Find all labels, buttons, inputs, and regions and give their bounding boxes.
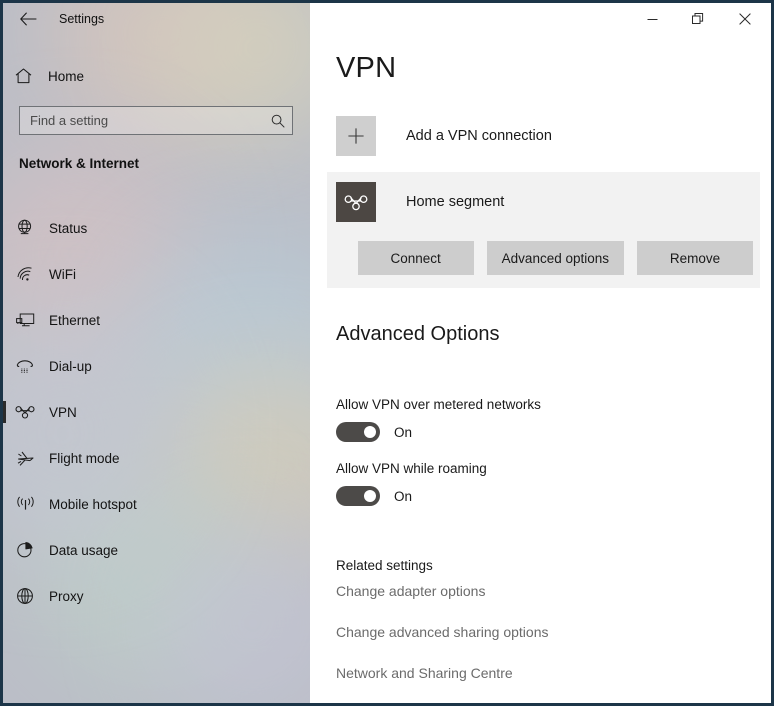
search-box[interactable] bbox=[19, 106, 293, 135]
selection-indicator bbox=[3, 401, 6, 423]
minimize-button[interactable] bbox=[629, 3, 675, 35]
search-icon[interactable] bbox=[264, 114, 292, 128]
option-label: Allow VPN over metered networks bbox=[336, 397, 541, 412]
option-label: Allow VPN while roaming bbox=[336, 461, 487, 476]
hotspot-icon bbox=[3, 496, 47, 512]
sidebar-item-label: Dial-up bbox=[49, 358, 92, 374]
toggle-knob bbox=[364, 426, 376, 438]
plus-icon bbox=[336, 116, 376, 156]
home-icon bbox=[3, 68, 43, 84]
globe-status-icon bbox=[3, 219, 47, 237]
app-title: Settings bbox=[59, 12, 105, 26]
sidebar-item-label: Status bbox=[49, 220, 88, 236]
sidebar-item-home[interactable]: Home bbox=[3, 60, 310, 92]
link-change-adapter-options[interactable]: Change adapter options bbox=[336, 583, 756, 599]
vpn-connection-row: Home segment bbox=[336, 182, 504, 222]
restore-button[interactable] bbox=[675, 3, 721, 35]
airplane-icon bbox=[3, 450, 47, 467]
dialup-phone-icon bbox=[3, 358, 47, 374]
close-button[interactable] bbox=[722, 3, 768, 35]
toggle-state-label: On bbox=[394, 488, 413, 504]
option-toggle-row: On bbox=[336, 422, 541, 442]
sidebar-item-wifi[interactable]: WiFi bbox=[3, 251, 310, 297]
back-arrow-icon bbox=[19, 12, 36, 26]
sidebar-item-label: Data usage bbox=[49, 542, 119, 558]
globe-proxy-icon bbox=[3, 587, 47, 605]
ethernet-icon bbox=[3, 312, 47, 329]
vpn-knot-icon bbox=[3, 405, 47, 419]
sidebar-item-label: Ethernet bbox=[49, 312, 101, 328]
related-settings-links: Change adapter options Change advanced s… bbox=[336, 583, 756, 703]
sidebar-item-label: VPN bbox=[49, 404, 77, 420]
link-network-and-sharing-centre[interactable]: Network and Sharing Centre bbox=[336, 665, 756, 681]
sidebar-item-label: Proxy bbox=[49, 588, 84, 604]
search-input[interactable] bbox=[20, 113, 264, 128]
pie-chart-icon bbox=[3, 541, 47, 559]
add-vpn-connection-button[interactable]: Add a VPN connection bbox=[336, 116, 756, 156]
vpn-roaming-toggle[interactable] bbox=[336, 486, 380, 506]
vpn-knot-icon bbox=[336, 182, 376, 222]
title-bar: Settings bbox=[3, 3, 771, 35]
sidebar-item-proxy[interactable]: Proxy bbox=[3, 573, 310, 619]
sidebar-item-dialup[interactable]: Dial-up bbox=[3, 343, 310, 389]
toggle-knob bbox=[364, 490, 376, 502]
back-button[interactable] bbox=[7, 3, 49, 35]
toggle-state-label: On bbox=[394, 424, 413, 440]
advanced-options-button[interactable]: Advanced options bbox=[486, 241, 624, 275]
close-icon bbox=[739, 13, 751, 25]
settings-window: Settings Home Find a setting Network & I… bbox=[0, 0, 774, 706]
vpn-action-buttons: Connect Advanced options Remove bbox=[357, 241, 753, 275]
sidebar-category-title: Network & Internet bbox=[19, 156, 140, 171]
sidebar-nav: Status WiFi Ethernet Dial-up VPN Flight … bbox=[3, 205, 310, 619]
advanced-options-heading: Advanced Options bbox=[336, 323, 500, 345]
add-vpn-label: Add a VPN connection bbox=[406, 128, 552, 144]
wifi-icon bbox=[3, 266, 47, 282]
sidebar-item-label: Mobile hotspot bbox=[49, 496, 137, 512]
option-toggle-row: On bbox=[336, 486, 487, 506]
connect-button[interactable]: Connect bbox=[357, 241, 474, 275]
option-metered-networks: Allow VPN over metered networks On bbox=[336, 397, 541, 442]
metered-networks-toggle[interactable] bbox=[336, 422, 380, 442]
related-settings-heading: Related settings bbox=[336, 558, 433, 573]
sidebar-item-status[interactable]: Status bbox=[3, 205, 310, 251]
main-content: VPN Add a VPN connection Home segment Co… bbox=[310, 35, 771, 703]
sidebar-item-label: Flight mode bbox=[49, 450, 120, 466]
sidebar-item-label: WiFi bbox=[49, 266, 76, 282]
sidebar-item-vpn[interactable]: VPN bbox=[3, 389, 310, 435]
sidebar-item-mobile-hotspot[interactable]: Mobile hotspot bbox=[3, 481, 310, 527]
option-vpn-roaming: Allow VPN while roaming On bbox=[336, 461, 487, 506]
page-title: VPN bbox=[336, 52, 397, 84]
vpn-connection-card[interactable]: Home segment Connect Advanced options Re… bbox=[327, 172, 760, 288]
sidebar-item-label: Home bbox=[48, 68, 85, 84]
sidebar-item-ethernet[interactable]: Ethernet bbox=[3, 297, 310, 343]
link-change-advanced-sharing-options[interactable]: Change advanced sharing options bbox=[336, 624, 756, 640]
restore-icon bbox=[692, 13, 704, 24]
sidebar-item-data-usage[interactable]: Data usage bbox=[3, 527, 310, 573]
remove-button[interactable]: Remove bbox=[637, 241, 753, 275]
vpn-connection-name: Home segment bbox=[406, 194, 505, 210]
sidebar-item-flight-mode[interactable]: Flight mode bbox=[3, 435, 310, 481]
minimize-icon bbox=[647, 18, 657, 20]
